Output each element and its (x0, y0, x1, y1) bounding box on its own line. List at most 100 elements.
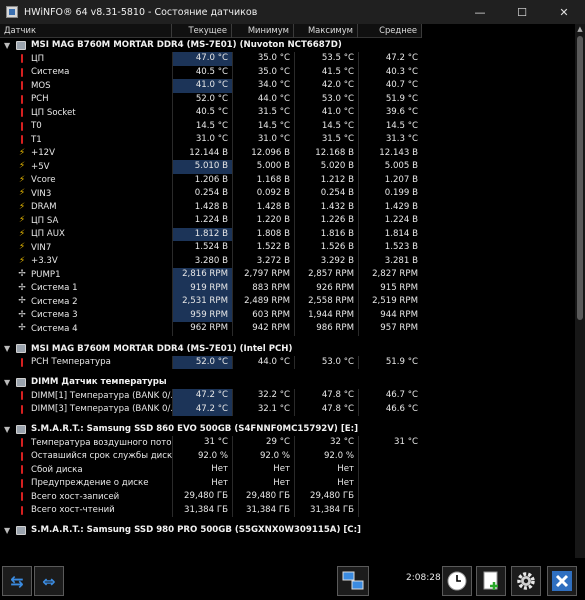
exit-button[interactable] (547, 566, 577, 596)
sensor-row[interactable]: ЦП AUX 1.812 В1.808 В1.816 В1.814 В (0, 227, 422, 241)
sensor-name-cell: Система 1 (0, 282, 172, 296)
column-avg[interactable]: Среднее (358, 24, 422, 38)
sensor-group-header[interactable]: ▼ S.M.A.R.T.: Samsung SSD 980 PRO 500GB (… (0, 523, 422, 537)
value-min: 1.220 В (232, 214, 294, 228)
sensor-name: ЦП AUX (31, 229, 65, 240)
value-avg: 40.7 °C (358, 79, 422, 93)
value-avg: 1.207 В (358, 173, 422, 187)
sensor-row[interactable]: Всего хост-чтений 31,384 ГБ 31,384 ГБ 31,38… (0, 503, 422, 517)
sensor-row[interactable]: Предупреждение о диске Нет Нет Нет (0, 476, 422, 490)
sensor-row[interactable]: PUMP1 2,816 RPM2,797 RPM2,857 RPM2,827 RP… (0, 268, 422, 282)
sensor-group-title: S.M.A.R.T.: Samsung SSD 860 EVO 500GB (S… (31, 424, 359, 434)
sensor-name-cell: Система 4 (0, 322, 172, 336)
value-max: Нет (294, 476, 358, 490)
value-max: 47.8 °C (294, 402, 358, 416)
value-min: 31,384 ГБ (232, 503, 294, 517)
sensor-row[interactable]: +3.3V 3.280 В3.272 В3.292 В3.281 В (0, 254, 422, 268)
value-current: 1.224 В (172, 214, 232, 228)
sensor-name: Температура воздушного пото... (31, 437, 172, 448)
value-avg: 40.3 °C (358, 65, 422, 79)
column-min[interactable]: Минимум (232, 24, 294, 38)
value-current: 31 °C (172, 436, 232, 450)
sensor-group-header[interactable]: ▼ DIMM Датчик температуры (0, 375, 422, 389)
value-min: 44.0 °C (232, 355, 294, 369)
sensor-name: Предупреждение о диске (31, 478, 149, 489)
settings-button[interactable] (511, 566, 541, 596)
sensor-row[interactable]: MOS 41.0 °C 34.0 °C 42.0 °C 40.7 °C (0, 79, 422, 93)
sensor-row[interactable]: Сбой диска Нет Нет Нет (0, 463, 422, 477)
sensor-name: Система (31, 67, 70, 78)
chevron-down-icon[interactable]: ▼ (4, 378, 12, 387)
sensor-row[interactable]: T0 14.5 °C 14.5 °C 14.5 °C 14.5 °C (0, 119, 422, 133)
sensor-name-cell: Оставшийся срок службы диска (0, 450, 172, 464)
value-max: 926 RPM (294, 281, 358, 295)
sensor-name: PCH (31, 94, 49, 105)
value-avg: 1.224 В (358, 214, 422, 228)
reset-timer-button[interactable] (442, 566, 472, 596)
value-min: 32.2 °C (232, 389, 294, 403)
sensor-row[interactable]: ЦП Socket 40.5 °C 31.5 °C 41.0 °C 39.6 °C (0, 106, 422, 120)
sensor-row[interactable]: Система 40.5 °C 35.0 °C 41.5 °C 40.3 °C (0, 65, 422, 79)
drive-status-icon (18, 505, 26, 516)
window-controls: — ☐ ✕ (459, 0, 585, 24)
sensor-group-header[interactable]: ▼ MSI MAG B760M MORTAR DDR4 (MS-7E01) (Nu… (0, 38, 422, 52)
minimize-button[interactable]: — (459, 0, 501, 24)
close-button[interactable]: ✕ (543, 0, 585, 24)
sensor-row[interactable]: +5V 5.010 В5.000 В5.020 В5.005 В (0, 160, 422, 174)
value-max: 1.432 В (294, 200, 358, 214)
sensor-name: DIMM[1] Температура (BANK 0/... (31, 390, 172, 401)
chevron-down-icon[interactable]: ▼ (4, 526, 12, 535)
maximize-button[interactable]: ☐ (501, 0, 543, 24)
sensor-row[interactable]: Всего хост-записей 29,480 ГБ 29,480 ГБ 29,4… (0, 490, 422, 504)
sensor-name: MOS (31, 80, 51, 91)
value-avg: 3.281 В (358, 254, 422, 268)
lightning-icon (18, 161, 26, 172)
sensor-row[interactable]: DIMM[3] Температура (BANK 0/... 47.2 °C 32… (0, 402, 422, 416)
column-max[interactable]: Максимум (294, 24, 358, 38)
sensor-row[interactable]: Vcore 1.206 В1.168 В1.212 В1.207 В (0, 173, 422, 187)
sensor-row[interactable]: VIN30.254 В0.092 В0.254 В0.199 В (0, 187, 422, 201)
sensor-row[interactable]: Система 3 959 RPM603 RPM1,944 RPM944 RPM (0, 308, 422, 322)
sensor-row[interactable]: Система 2 2,531 RPM2,489 RPM2,558 RPM2,51… (0, 295, 422, 309)
value-max: 41.5 °C (294, 65, 358, 79)
sensor-group-header[interactable]: ▼ S.M.A.R.T.: Samsung SSD 860 EVO 500GB (… (0, 422, 422, 436)
sensor-row[interactable]: PCH 52.0 °C 44.0 °C 53.0 °C 51.9 °C (0, 92, 422, 106)
column-current[interactable]: Текущее (172, 24, 232, 38)
network-button[interactable] (337, 566, 369, 596)
sensor-row[interactable]: VIN7 1.524 В1.522 В1.526 В1.523 В (0, 241, 422, 255)
expand-collapse-button[interactable]: ⇔ (34, 566, 64, 596)
sensor-row[interactable]: Система 4 962 RPM942 RPM986 RPM957 RPM (0, 322, 422, 336)
sensor-name: PUMP1 (31, 269, 61, 280)
sensor-row[interactable]: ЦП 47.0 °C 35.0 °C 53.5 °C 47.2 °C (0, 52, 422, 66)
value-min: 2,797 RPM (232, 268, 294, 282)
sensor-row[interactable]: PCH Температура 52.0 °C 44.0 °C 53.0 °C 51.9… (0, 355, 422, 369)
sensor-row[interactable]: T1 31.0 °C 31.0 °C 31.5 °C 31.3 °C (0, 133, 422, 147)
scroll-thumb[interactable] (577, 36, 583, 320)
sensor-name: Система 4 (31, 323, 78, 334)
sensor-row[interactable]: +12V 12.144 В12.096 В12.168 В12.143 В (0, 146, 422, 160)
chevron-down-icon[interactable]: ▼ (4, 41, 12, 50)
value-max: 31,384 ГБ (294, 503, 358, 517)
sensor-row[interactable]: ЦП SA1.224 В1.220 В1.226 В1.224 В (0, 214, 422, 228)
value-max: 14.5 °C (294, 119, 358, 133)
sensor-group-header[interactable]: ▼ MSI MAG B760M MORTAR DDR4 (MS-7E01) (In… (0, 342, 422, 356)
column-sensor[interactable]: Датчик (0, 24, 172, 38)
sensor-row[interactable]: Температура воздушного пото... 31 °C 29 °C… (0, 436, 422, 450)
value-avg: 12.143 В (358, 146, 422, 160)
chip-icon (16, 424, 26, 434)
sensor-list[interactable]: ▼ MSI MAG B760M MORTAR DDR4 (MS-7E01) (Nu… (0, 38, 422, 558)
sensor-row[interactable]: DRAM1.428 В1.428 В1.432 В1.429 В (0, 200, 422, 214)
scroll-up-arrow-icon[interactable]: ▲ (575, 24, 585, 34)
navigate-sensors-button[interactable]: ⇆ (2, 566, 32, 596)
column-header: Датчик Текущее Минимум Максимум Среднее (0, 24, 422, 38)
sensor-row[interactable]: Оставшийся срок службы диска 92.0 % 92.0 %… (0, 449, 422, 464)
value-current: 29,480 ГБ (172, 490, 232, 504)
logging-button[interactable] (476, 566, 506, 596)
value-avg (358, 476, 422, 490)
vertical-scrollbar[interactable]: ▲ (575, 24, 585, 558)
sensor-row[interactable]: DIMM[1] Температура (BANK 0/... 47.2 °C 32… (0, 389, 422, 403)
sensor-row[interactable]: Система 1 919 RPM883 RPM926 RPM915 RPM (0, 281, 422, 296)
value-max: 986 RPM (294, 322, 358, 336)
chevron-down-icon[interactable]: ▼ (4, 344, 12, 353)
chevron-down-icon[interactable]: ▼ (4, 425, 12, 434)
